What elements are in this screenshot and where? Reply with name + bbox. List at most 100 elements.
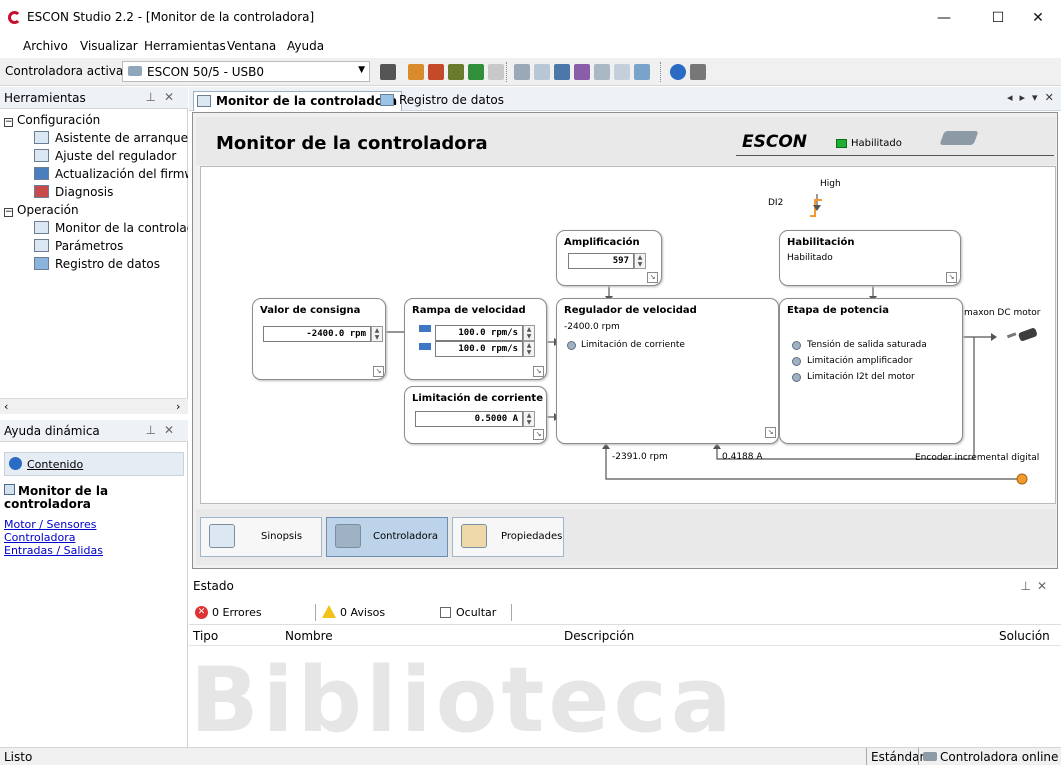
deceleration-spinner[interactable]: ▲ ▼ bbox=[523, 341, 535, 357]
accel-icon bbox=[419, 325, 431, 332]
menu-ayuda[interactable]: Ayuda bbox=[287, 39, 324, 53]
gain-title: Amplificación bbox=[564, 237, 640, 248]
controller-icon bbox=[335, 524, 361, 548]
parameters-icon[interactable] bbox=[488, 64, 504, 80]
sinopsis-button[interactable]: Sinopsis bbox=[200, 517, 322, 557]
filter-separator bbox=[315, 604, 316, 621]
layout-icon[interactable] bbox=[594, 64, 610, 80]
amplifier-limit-led-icon bbox=[792, 357, 801, 366]
speed-controller-block: Regulador de velocidad -2400.0 rpm Limit… bbox=[556, 298, 779, 444]
firmware-icon[interactable] bbox=[448, 64, 464, 80]
controladora-button[interactable]: Controladora bbox=[326, 517, 448, 557]
expand-icon[interactable]: ↘ bbox=[946, 272, 957, 283]
help-link-controladora[interactable]: Controladora bbox=[4, 531, 75, 544]
expand-icon[interactable]: ↘ bbox=[765, 427, 776, 438]
column-nombre[interactable]: Nombre bbox=[285, 629, 333, 643]
encoder-icon bbox=[1016, 473, 1028, 485]
tab-controller-monitor[interactable]: Monitor de la controladora bbox=[193, 91, 403, 111]
help-panel-title: Ayuda dinámica bbox=[4, 424, 100, 438]
expand-icon[interactable]: ↘ bbox=[647, 272, 658, 283]
column-solucion[interactable]: Solución bbox=[999, 629, 1050, 643]
wizard-icon bbox=[34, 131, 49, 144]
block-diagram: High DI2 Valor de consigna -2400.0 rpm ▲… bbox=[200, 166, 1056, 504]
warning-icon bbox=[322, 605, 336, 618]
tree-item-firmware-update[interactable]: Actualización del firmware bbox=[4, 167, 188, 185]
monitor-nav-bar bbox=[196, 509, 1056, 565]
controller-select[interactable]: ESCON 50/5 - USB0 ▼ bbox=[122, 61, 370, 82]
status-mode: Estándar bbox=[871, 750, 925, 764]
tree-item-regulator-tuning[interactable]: Ajuste del regulador bbox=[4, 149, 188, 167]
menu-bar: Archivo Visualizar Herramientas Ventana … bbox=[0, 36, 1061, 58]
regulation-tuning-icon[interactable] bbox=[428, 64, 444, 80]
tree-item-parameters[interactable]: Parámetros bbox=[4, 239, 188, 257]
expand-icon[interactable]: ↘ bbox=[533, 366, 544, 377]
expand-icon[interactable]: ↘ bbox=[533, 429, 544, 440]
io-icon[interactable] bbox=[574, 64, 590, 80]
document-tabs: Monitor de la controladora Registro de d… bbox=[189, 87, 1061, 111]
help-icon[interactable] bbox=[670, 64, 686, 80]
gain-spinner[interactable]: ▲ ▼ bbox=[634, 253, 646, 269]
setpoint-spinner[interactable]: ▲ ▼ bbox=[371, 326, 383, 342]
menu-ventana[interactable]: Ventana bbox=[227, 39, 276, 53]
enable-title: Habilitación bbox=[787, 237, 855, 248]
startup-wizard-icon[interactable] bbox=[408, 64, 424, 80]
tree-node-configuracion[interactable]: − Configuración bbox=[4, 113, 188, 131]
split-icon[interactable] bbox=[634, 64, 650, 80]
close-button[interactable]: ✕ bbox=[1015, 6, 1061, 30]
panel-icon[interactable] bbox=[614, 64, 630, 80]
data-recorder-icon bbox=[380, 94, 394, 106]
tab-data-recorder[interactable]: Registro de datos bbox=[377, 91, 508, 111]
deceleration-input[interactable]: 100.0 rpm/s bbox=[435, 341, 523, 357]
menu-herramientas[interactable]: Herramientas bbox=[144, 39, 226, 53]
tree-item-diagnosis[interactable]: Diagnosis bbox=[4, 185, 188, 203]
panel-pin-close-icons[interactable]: ⊥✕ bbox=[1020, 579, 1053, 593]
help-link-entradas-salidas[interactable]: Entradas / Salidas bbox=[4, 544, 103, 557]
panel-pin-close-icons[interactable]: ⊥✕ bbox=[145, 90, 182, 104]
tree-item-startup-wizard[interactable]: Asistente de arranque bbox=[4, 131, 188, 149]
tree-item-data-recorder[interactable]: Registro de datos bbox=[4, 257, 188, 275]
propiedades-button[interactable]: Propiedades bbox=[452, 517, 564, 557]
window-icon[interactable] bbox=[534, 64, 550, 80]
help-contents-button[interactable]: Contenido bbox=[4, 452, 184, 476]
status-separator bbox=[866, 748, 867, 765]
current-limit-input[interactable]: 0.5000 A bbox=[415, 411, 523, 427]
horizontal-scrollbar[interactable]: ‹ › bbox=[0, 398, 188, 414]
binoculars-icon[interactable] bbox=[380, 64, 396, 80]
diagnostics-icon[interactable] bbox=[468, 64, 484, 80]
actual-current-value: 0.4188 A bbox=[722, 452, 763, 462]
chevron-down-icon[interactable]: ▼ bbox=[358, 65, 365, 75]
di2-label: DI2 bbox=[768, 198, 784, 208]
panel-pin-close-icons[interactable]: ⊥✕ bbox=[145, 423, 182, 437]
hide-checkbox[interactable] bbox=[440, 607, 451, 618]
tab-nav-icons[interactable]: ◂▸▾✕ bbox=[1007, 91, 1061, 104]
settings-icon[interactable] bbox=[690, 64, 706, 80]
help-link-motor-sensores[interactable]: Motor / Sensores bbox=[4, 518, 96, 531]
errors-filter[interactable]: 0 Errores bbox=[212, 606, 262, 619]
enabled-status-label: Habilitado bbox=[851, 138, 902, 149]
scroll-left-icon[interactable]: ‹ bbox=[4, 400, 8, 413]
acceleration-spinner[interactable]: ▲ ▼ bbox=[523, 325, 535, 341]
data-recorder-icon[interactable] bbox=[554, 64, 570, 80]
diagnosis-icon bbox=[34, 185, 49, 198]
tree-node-operacion[interactable]: − Operación bbox=[4, 203, 188, 221]
properties-icon bbox=[461, 524, 487, 548]
current-limit-spinner[interactable]: ▲ ▼ bbox=[523, 411, 535, 427]
column-tipo[interactable]: Tipo bbox=[193, 629, 218, 643]
contents-label: Contenido bbox=[27, 458, 84, 471]
scroll-right-icon[interactable]: › bbox=[176, 400, 180, 413]
warnings-filter[interactable]: 0 Avisos bbox=[340, 606, 385, 619]
minimize-button[interactable]: — bbox=[921, 6, 967, 30]
expand-icon[interactable]: ↘ bbox=[373, 366, 384, 377]
column-descripcion[interactable]: Descripción bbox=[564, 629, 634, 643]
speed-ramp-title: Rampa de velocidad bbox=[412, 305, 526, 316]
monitor-icon[interactable] bbox=[514, 64, 530, 80]
current-limit-led-label: Limitación de corriente bbox=[581, 340, 685, 350]
setpoint-input[interactable]: -2400.0 rpm bbox=[263, 326, 371, 342]
menu-visualizar[interactable]: Visualizar bbox=[80, 39, 138, 53]
current-limit-led-icon bbox=[567, 341, 576, 350]
gain-input[interactable]: 597 bbox=[568, 253, 634, 269]
amplifier-limit-led-label: Limitación amplificador bbox=[807, 356, 913, 366]
acceleration-input[interactable]: 100.0 rpm/s bbox=[435, 325, 523, 341]
menu-archivo[interactable]: Archivo bbox=[23, 39, 68, 53]
tree-item-controller-monitor[interactable]: Monitor de la controladora bbox=[4, 221, 188, 239]
